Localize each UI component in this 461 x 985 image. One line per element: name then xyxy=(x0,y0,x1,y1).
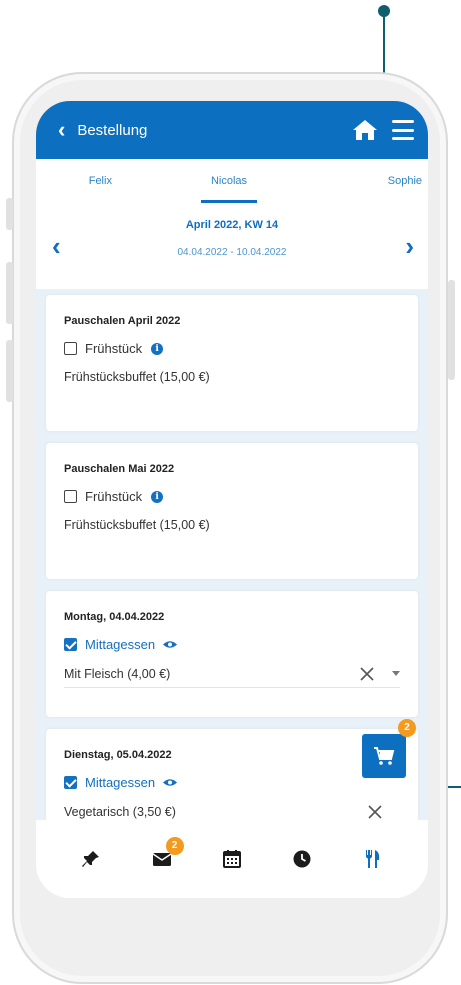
app-bar: ‹ Bestellung xyxy=(36,101,428,159)
breakfast-checkbox[interactable] xyxy=(64,342,77,355)
nav-messages[interactable]: 2 xyxy=(148,837,184,873)
option-label: Mittagessen xyxy=(85,775,156,790)
home-icon[interactable] xyxy=(352,118,378,142)
phone-side-button xyxy=(6,198,13,230)
option-label: Frühstück xyxy=(85,341,143,356)
child-tabs: Felix Nicolas Sophie xyxy=(36,159,428,207)
bottom-navigation: 2 xyxy=(36,820,428,898)
info-icon[interactable]: i xyxy=(151,490,164,503)
eye-icon[interactable] xyxy=(163,640,178,649)
cart-button[interactable] xyxy=(362,734,406,778)
card-title: Montag, 04.04.2022 xyxy=(64,611,165,623)
order-card: Pauschalen Mai 2022 Frühstück i Frühstüc… xyxy=(46,443,418,579)
phone-side-button xyxy=(6,340,13,402)
phone-side-button xyxy=(6,262,13,324)
option-label: Mittagessen xyxy=(85,637,156,652)
eye-icon[interactable] xyxy=(163,778,178,787)
clear-icon[interactable] xyxy=(368,804,382,819)
info-icon[interactable]: i xyxy=(151,342,164,355)
nav-pin[interactable] xyxy=(77,845,105,873)
next-week-chevron-icon[interactable]: › xyxy=(405,233,414,259)
back-chevron-icon[interactable]: ‹ xyxy=(58,119,65,141)
option-label: Frühstück xyxy=(85,489,143,504)
calendar-icon xyxy=(222,850,241,868)
dropdown-caret-icon[interactable] xyxy=(392,671,400,676)
clock-icon xyxy=(293,850,311,868)
nav-ordering[interactable] xyxy=(359,845,387,873)
page-title: Bestellung xyxy=(77,121,148,139)
card-title: Dienstag, 05.04.2022 xyxy=(64,749,172,761)
meal-selection[interactable]: Mit Fleisch (4,00 €) xyxy=(64,667,360,681)
lunch-checkbox[interactable] xyxy=(64,638,77,651)
messages-count-badge: 2 xyxy=(165,837,184,855)
clear-icon[interactable] xyxy=(360,666,374,681)
app-screen: ‹ Bestellung Felix Nicolas Sophie ‹ Apri… xyxy=(36,101,428,898)
hamburger-menu-icon[interactable] xyxy=(392,120,414,140)
week-title: April 2022, KW 14 xyxy=(185,219,279,231)
shopping-cart-icon xyxy=(374,747,395,765)
week-navigation: ‹ April 2022, KW 14 04.04.2022 - 10.04.2… xyxy=(36,207,428,289)
cart-count-badge: 2 xyxy=(398,719,416,737)
nav-calendar[interactable] xyxy=(218,845,246,873)
tab-nicolas[interactable]: Nicolas xyxy=(165,159,294,207)
tab-sophie[interactable]: Sophie xyxy=(293,159,428,207)
option-description: Frühstücksbuffet (15,00 €) xyxy=(64,518,210,532)
order-card: Pauschalen April 2022 Frühstück i Frühst… xyxy=(46,295,418,431)
option-description: Frühstücksbuffet (15,00 €) xyxy=(64,370,210,384)
breakfast-checkbox[interactable] xyxy=(64,490,77,503)
lunch-checkbox[interactable] xyxy=(64,776,77,789)
phone-side-button xyxy=(448,280,455,380)
cutlery-icon xyxy=(365,850,379,868)
pin-icon xyxy=(82,851,100,867)
week-date-range: 04.04.2022 - 10.04.2022 xyxy=(177,247,287,258)
card-title: Pauschalen April 2022 xyxy=(64,315,181,327)
nav-history[interactable] xyxy=(288,845,316,873)
meal-selection[interactable]: Vegetarisch (3,50 €) xyxy=(64,805,368,819)
order-card: Montag, 04.04.2022 Mittagessen Mit Fleis… xyxy=(46,591,418,717)
card-title: Pauschalen Mai 2022 xyxy=(64,463,175,475)
tab-felix[interactable]: Felix xyxy=(36,159,165,207)
